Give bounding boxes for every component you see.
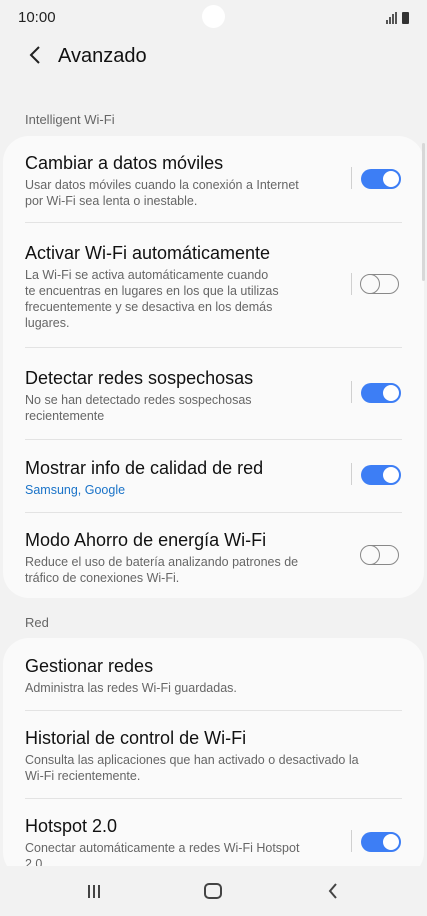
item-title: Mostrar info de calidad de red [25,458,264,478]
item-title: Cambiar a datos móviles [25,153,224,173]
item-subtitle: No se han detectado redes sospechosas re… [25,393,252,423]
list-item-cambiar-datos[interactable]: Cambiar a datos móviles Usar datos móvil… [25,152,402,209]
item-title: Modo Ahorro de energía Wi-Fi [25,530,267,550]
item-subtitle: Usar datos móviles cuando la conexión a … [25,178,299,208]
divider [25,710,402,711]
page-title: Avanzado [58,45,147,67]
ahorro-energia-toggle[interactable] [360,545,399,565]
toggle-separator [351,463,352,485]
toggle-separator [351,830,352,852]
detectar-redes-toggle[interactable] [361,383,401,403]
back-icon [328,883,337,899]
item-title: Historial de control de Wi-Fi [25,728,247,748]
toggle-separator [351,167,352,189]
item-title: Gestionar redes [25,656,154,676]
divider [25,222,402,223]
navigation-bar [0,866,427,916]
divider [25,347,402,348]
list-item-historial-wifi[interactable]: Historial de control de Wi-Fi Consulta l… [25,727,402,784]
hotspot-toggle[interactable] [361,832,401,852]
calidad-red-toggle[interactable] [361,465,401,485]
list-item-hotspot[interactable]: Hotspot 2.0 Conectar automáticamente a r… [25,815,402,872]
list-item-ahorro-energia[interactable]: Modo Ahorro de energía Wi-Fi Reduce el u… [25,529,402,586]
divider [25,798,402,799]
back-button[interactable] [22,42,48,68]
recents-icon [88,885,100,898]
list-item-gestionar-redes[interactable]: Gestionar redes Administra las redes Wi-… [25,655,402,696]
camera-cutout [202,5,225,28]
section-label-red: Red [25,615,49,630]
divider [25,439,402,440]
home-button[interactable] [198,878,228,904]
status-bar: 10:00 [0,0,427,34]
status-icons [386,10,409,24]
scroll-indicator[interactable] [422,143,425,281]
item-subtitle: Administra las redes Wi-Fi guardadas. [25,681,237,695]
battery-icon [402,12,409,24]
item-title: Detectar redes sospechosas [25,368,254,388]
item-subtitle: Samsung, Google [25,483,126,497]
item-title: Hotspot 2.0 [25,816,118,836]
item-title: Activar Wi-Fi automáticamente [25,243,271,263]
item-subtitle: La Wi-Fi se activa automáticamente cuand… [25,268,279,330]
nav-back-button[interactable] [318,878,348,904]
list-item-calidad-red[interactable]: Mostrar info de calidad de red Samsung, … [25,457,402,498]
app-bar: Avanzado [0,34,427,80]
intelligent-wifi-card: Cambiar a datos móviles Usar datos móvil… [3,136,424,598]
item-subtitle: Consulta las aplicaciones que han activa… [25,753,359,783]
toggle-separator [351,273,352,295]
toggle-separator [351,381,352,403]
section-label-intelligent-wifi: Intelligent Wi-Fi [25,112,115,127]
activar-wifi-toggle[interactable] [360,274,399,294]
divider [25,512,402,513]
status-time: 10:00 [18,9,56,26]
item-subtitle: Reduce el uso de batería analizando patr… [25,555,299,585]
list-item-activar-wifi[interactable]: Activar Wi-Fi automáticamente La Wi-Fi s… [25,242,402,331]
recents-button[interactable] [79,878,109,904]
signal-icon [386,12,397,24]
red-card: Gestionar redes Administra las redes Wi-… [3,638,424,878]
list-item-detectar-redes[interactable]: Detectar redes sospechosas No se han det… [25,367,402,424]
chevron-left-icon [29,46,40,64]
cambiar-datos-toggle[interactable] [361,169,401,189]
home-icon [204,883,222,899]
